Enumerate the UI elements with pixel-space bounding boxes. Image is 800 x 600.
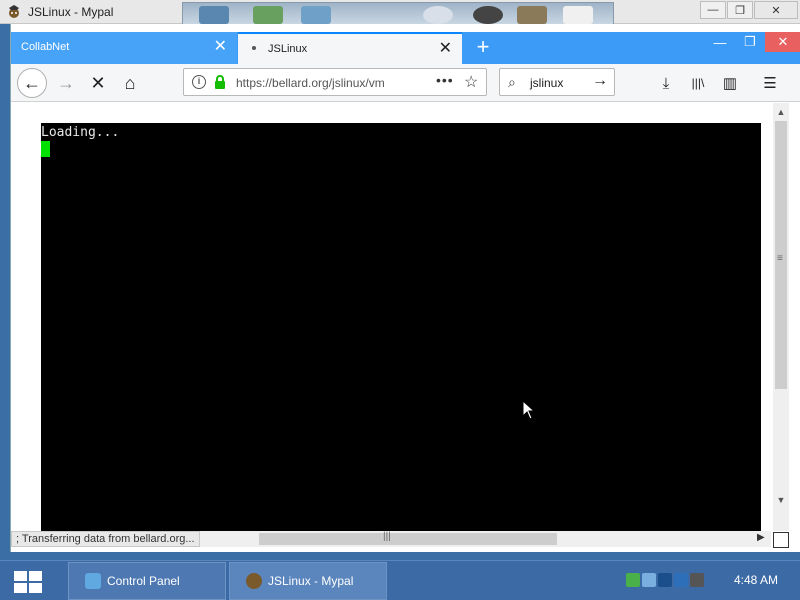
mouse-pointer-icon [522,400,536,420]
tab-bar: CollabNet ✕ JSLinux ✕ + — ❐ ✕ [11,32,800,64]
tab-jslinux[interactable]: JSLinux ✕ [238,32,462,64]
stop-button[interactable]: ✕ [83,68,113,98]
lock-icon [215,75,225,89]
navigation-toolbar: ← → ✕ ⌂ i https://bellard.org/jslinux/vm… [11,64,800,102]
search-go-icon[interactable]: → [592,72,608,90]
loading-dot-icon [252,46,256,50]
system-tray [626,573,704,587]
menu-icon[interactable]: ☰ [757,70,783,96]
windows-start-icon[interactable] [12,569,44,595]
taskbar-clock[interactable]: 4:48 AM [734,573,778,587]
scrollbar-corner [773,532,789,548]
browser-window: CollabNet ✕ JSLinux ✕ + — ❐ ✕ ← → ✕ ⌂ i … [10,24,800,552]
tray-tools-icon[interactable] [690,573,704,587]
sidebar-icon[interactable]: ▥ [717,70,743,96]
tab-label: JSLinux [268,43,308,55]
taskbar-item-label: Control Panel [107,574,180,588]
back-button[interactable]: ← [17,68,47,98]
vertical-grip-icon: ≡ [777,253,783,264]
search-bar[interactable]: ⌕ jslinux → [499,68,615,96]
browser-restore-button[interactable]: ❐ [735,32,765,52]
status-panel: ; Transferring data from bellard.org... [11,531,200,547]
outer-window-title: JSLinux - Mypal [28,5,114,19]
url-text[interactable]: https://bellard.org/jslinux/vm [236,76,404,90]
tray-volume-icon[interactable] [658,573,672,587]
scroll-up-arrow[interactable]: ▲ [773,107,789,117]
tray-shield-icon[interactable] [642,573,656,587]
scroll-down-arrow[interactable]: ▼ [773,495,789,505]
browser-close-button[interactable]: ✕ [765,32,800,52]
page-content: Loading... ▲ ≡ ▼ ||| ▶ ; Transferring da… [11,103,800,552]
tray-monitor-icon[interactable] [674,573,688,587]
terminal-cursor [41,141,50,157]
control-panel-icon [85,573,101,589]
outer-window-titlebar: JSLinux - Mypal — ❐ ✕ [0,0,800,24]
browser-minimize-button[interactable]: — [705,32,735,52]
download-icon[interactable]: ⤓ [653,70,679,96]
vertical-scrollbar[interactable]: ▲ ≡ ▼ [773,103,789,531]
forward-button[interactable]: → [51,68,81,98]
tray-network-icon[interactable] [626,573,640,587]
horizontal-grip-icon: ||| [383,531,391,542]
terminal-text: Loading... [41,125,120,140]
tab-close-icon[interactable]: ✕ [439,40,452,58]
home-button[interactable]: ⌂ [115,68,145,98]
horizontal-scroll-thumb[interactable] [259,533,557,545]
url-bar[interactable]: i https://bellard.org/jslinux/vm ••• ☆ [183,68,487,96]
info-icon[interactable]: i [192,75,206,89]
taskbar-item-label: JSLinux - Mypal [268,574,354,588]
taskbar: Control Panel JSLinux - Mypal 4:48 AM [0,560,800,600]
tab-collabnet[interactable]: CollabNet ✕ [11,32,237,64]
page-actions-icon[interactable]: ••• [436,72,454,88]
desktop-thumbnail-strip [182,2,614,24]
mypal-app-icon [246,573,262,589]
terminal-screen[interactable]: Loading... [41,123,761,531]
scroll-right-arrow[interactable]: ▶ [757,532,765,543]
tab-label: CollabNet [21,41,70,53]
browser-window-controls: — ❐ ✕ [705,32,800,54]
bookmark-star-icon[interactable]: ☆ [464,72,478,92]
outer-minimize-button[interactable]: — [700,1,726,19]
library-icon[interactable]: |||\ [685,70,711,96]
tab-close-icon[interactable]: ✕ [214,38,227,56]
outer-maximize-button[interactable]: ❐ [727,1,753,19]
taskbar-item-control-panel[interactable]: Control Panel [68,562,226,600]
taskbar-item-jslinux-mypal[interactable]: JSLinux - Mypal [229,562,387,600]
search-icon: ⌕ [508,74,516,90]
outer-close-button[interactable]: ✕ [754,1,798,19]
mypal-app-icon [9,5,19,18]
search-input[interactable]: jslinux [530,76,563,90]
outer-window-controls: — ❐ ✕ [699,1,798,21]
new-tab-button[interactable]: + [471,36,495,60]
